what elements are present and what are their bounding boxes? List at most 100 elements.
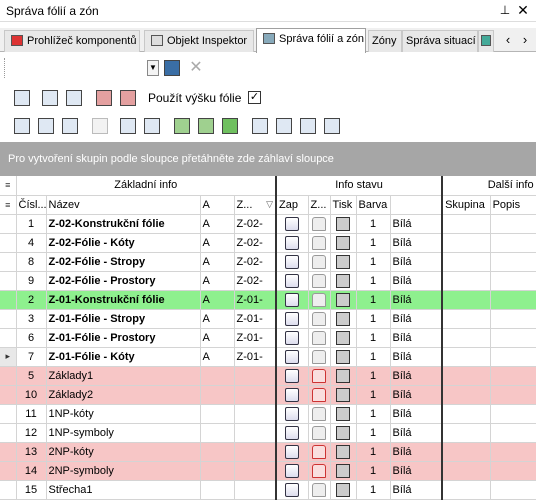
- layer-stack2-icon[interactable]: [298, 116, 318, 136]
- cell-zap[interactable]: [276, 442, 309, 462]
- cell-pen[interactable]: 1: [356, 404, 391, 424]
- cell-zap[interactable]: [276, 385, 309, 405]
- filter-icon[interactable]: ▽: [266, 199, 273, 210]
- printer-icon[interactable]: [336, 425, 351, 440]
- visibility-icon[interactable]: [285, 482, 300, 497]
- cell-tisk[interactable]: [330, 385, 357, 405]
- cell-pen[interactable]: 1: [356, 271, 391, 291]
- cell-color[interactable]: Bílá: [390, 366, 444, 386]
- cell-tisk[interactable]: [330, 347, 357, 367]
- cell-skupina[interactable]: [442, 309, 491, 329]
- cell-skupina[interactable]: [442, 290, 491, 310]
- layer-green2-icon[interactable]: [196, 116, 216, 136]
- layer-add-icon[interactable]: [36, 116, 56, 136]
- layer-edit-icon[interactable]: [142, 116, 162, 136]
- cell-popis[interactable]: [490, 233, 536, 253]
- lock-open-icon[interactable]: [312, 311, 327, 326]
- lock-open-icon[interactable]: [312, 425, 327, 440]
- tab-objekt-inspektor[interactable]: Objekt Inspektor: [144, 30, 254, 52]
- cell-tisk[interactable]: [330, 252, 357, 272]
- cell-zap[interactable]: [276, 290, 309, 310]
- visibility-icon[interactable]: [285, 254, 300, 269]
- cell-pen[interactable]: 1: [356, 366, 391, 386]
- cell-pen[interactable]: 1: [356, 214, 391, 234]
- visibility-icon[interactable]: [285, 425, 300, 440]
- cell-lock[interactable]: [308, 461, 331, 481]
- table-row[interactable]: 8 Z-02-Fólie - Stropy A Z-02- 1 Bílá: [0, 252, 536, 272]
- cell-tisk[interactable]: [330, 480, 357, 500]
- cell-tisk[interactable]: [330, 328, 357, 348]
- cell-skupina[interactable]: [442, 442, 491, 462]
- table-row[interactable]: 5 Základy1 1 Bílá: [0, 366, 536, 386]
- printer-icon[interactable]: [336, 292, 351, 307]
- cell-popis[interactable]: [490, 252, 536, 272]
- cell-skupina[interactable]: [442, 404, 491, 424]
- pin-icon[interactable]: ⊥: [498, 3, 512, 17]
- printer-icon[interactable]: [336, 235, 351, 250]
- cell-lock[interactable]: [308, 404, 331, 424]
- tab-zony[interactable]: Zóny: [368, 30, 402, 52]
- cell-pen[interactable]: 1: [356, 252, 391, 272]
- cell-skupina[interactable]: [442, 385, 491, 405]
- cell-popis[interactable]: [490, 461, 536, 481]
- cell-color[interactable]: Bílá: [390, 480, 444, 500]
- layer-red-add-icon[interactable]: [118, 88, 138, 108]
- lock-open-icon[interactable]: [312, 254, 327, 269]
- cell-tisk[interactable]: [330, 404, 357, 424]
- grid-menu-icon[interactable]: ≡: [0, 176, 17, 196]
- cell-pen[interactable]: 1: [356, 385, 391, 405]
- layer-red-icon[interactable]: [94, 88, 114, 108]
- cell-lock[interactable]: [308, 442, 331, 462]
- cell-color[interactable]: Bílá: [390, 271, 444, 291]
- cell-name[interactable]: 1NP-symboly: [46, 423, 201, 443]
- visibility-icon[interactable]: [285, 235, 300, 250]
- cell-zap[interactable]: [276, 252, 309, 272]
- use-height-checkbox[interactable]: ✓: [248, 91, 261, 104]
- row-selector[interactable]: [0, 404, 17, 424]
- cell-zap[interactable]: [276, 233, 309, 253]
- printer-icon[interactable]: [336, 463, 351, 478]
- cell-skupina[interactable]: [442, 328, 491, 348]
- row-selector[interactable]: [0, 480, 17, 500]
- printer-icon[interactable]: [336, 254, 351, 269]
- cell-tisk[interactable]: [330, 309, 357, 329]
- table-row[interactable]: 4 Z-02-Fólie - Kóty A Z-02- 1 Bílá: [0, 233, 536, 253]
- cell-color[interactable]: Bílá: [390, 442, 444, 462]
- table-row[interactable]: 14 2NP-symboly 1 Bílá: [0, 461, 536, 481]
- cell-name[interactable]: Z-01-Fólie - Stropy: [46, 309, 201, 329]
- cell-color[interactable]: Bílá: [390, 385, 444, 405]
- cell-name[interactable]: Z-01-Fólie - Prostory: [46, 328, 201, 348]
- cell-zap[interactable]: [276, 366, 309, 386]
- cell-name[interactable]: Z-01-Fólie - Kóty: [46, 347, 201, 367]
- table-row[interactable]: 3 Z-01-Fólie - Stropy A Z-01- 1 Bílá: [0, 309, 536, 329]
- row-selector[interactable]: [0, 328, 17, 348]
- printer-icon[interactable]: [336, 330, 351, 345]
- cell-color[interactable]: Bílá: [390, 404, 444, 424]
- close-icon[interactable]: ✕: [516, 2, 530, 18]
- printer-icon[interactable]: [336, 482, 351, 497]
- visibility-icon[interactable]: [285, 330, 300, 345]
- cell-color[interactable]: Bílá: [390, 347, 444, 367]
- row-selector[interactable]: [0, 252, 17, 272]
- cell-zap[interactable]: [276, 423, 309, 443]
- cell-lock[interactable]: [308, 480, 331, 500]
- table-row[interactable]: 15 Střecha1 1 Bílá: [0, 480, 536, 500]
- cell-name[interactable]: 2NP-symboly: [46, 461, 201, 481]
- cell-name[interactable]: Z-02-Fólie - Stropy: [46, 252, 201, 272]
- dropdown-arrow-icon[interactable]: ▼: [147, 60, 159, 76]
- cell-skupina[interactable]: [442, 366, 491, 386]
- printer-icon[interactable]: [336, 444, 351, 459]
- cell-color[interactable]: Bílá: [390, 461, 444, 481]
- printer-icon[interactable]: [336, 368, 351, 383]
- cell-name[interactable]: 1NP-kóty: [46, 404, 201, 424]
- cell-zap[interactable]: [276, 271, 309, 291]
- cell-popis[interactable]: [490, 214, 536, 234]
- layer-down-icon[interactable]: [322, 116, 342, 136]
- table-row[interactable]: 1 Z-02-Konstrukční fólie A Z-02- 1 Bílá: [0, 214, 536, 234]
- cell-pen[interactable]: 1: [356, 480, 391, 500]
- printer-icon[interactable]: [336, 406, 351, 421]
- cell-lock[interactable]: [308, 328, 331, 348]
- cell-skupina[interactable]: [442, 252, 491, 272]
- cell-popis[interactable]: [490, 309, 536, 329]
- table-row[interactable]: ▸ 7 Z-01-Fólie - Kóty A Z-01- 1 Bílá: [0, 347, 536, 367]
